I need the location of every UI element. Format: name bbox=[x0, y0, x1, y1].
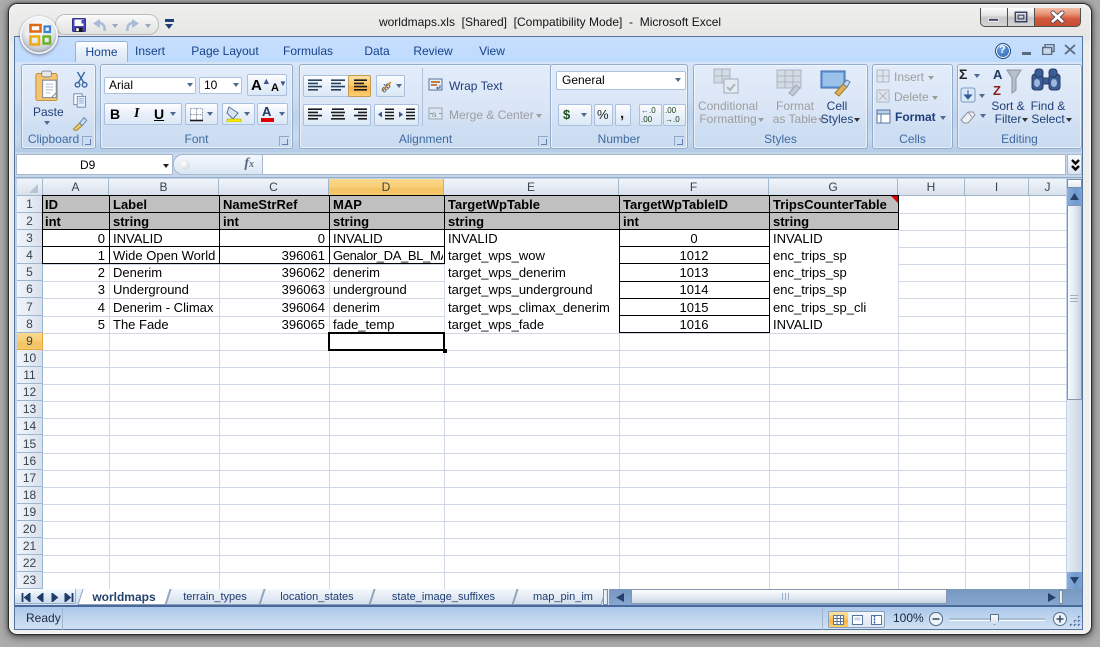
svg-text:Z: Z bbox=[993, 83, 1001, 98]
svg-text:a: a bbox=[432, 110, 437, 119]
svg-text:A: A bbox=[993, 67, 1003, 82]
